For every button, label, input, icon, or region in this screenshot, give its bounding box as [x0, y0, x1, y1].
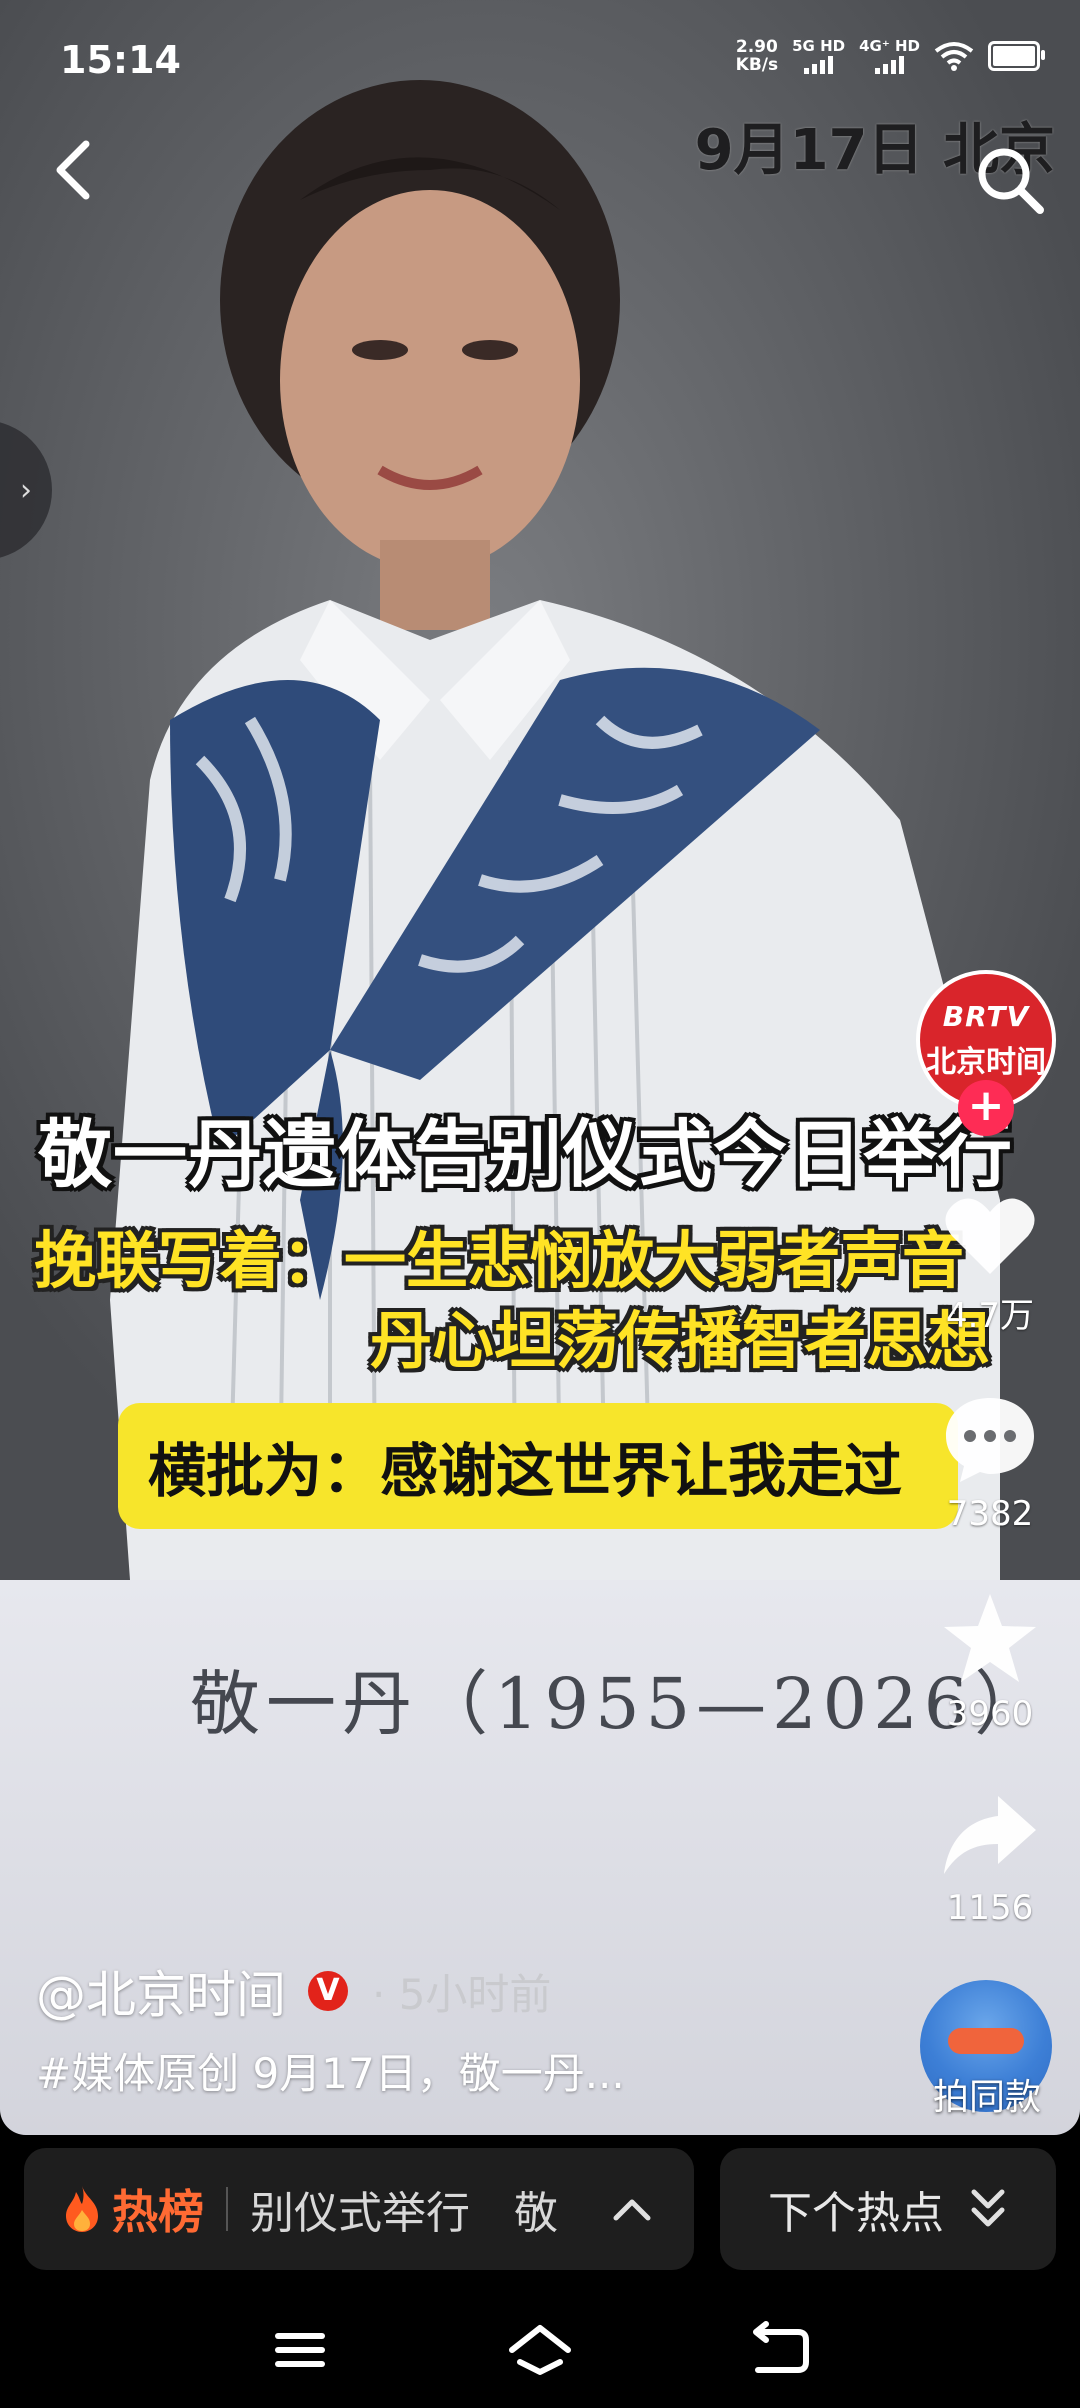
signal-sim1-icon: 5G HD — [792, 38, 845, 74]
flame-icon — [66, 2186, 98, 2232]
battery-icon — [988, 41, 1045, 71]
next-hot-button[interactable]: 下个热点 — [720, 2148, 1056, 2270]
search-icon[interactable] — [970, 140, 1050, 220]
net-speed: 2.90 KB/s — [735, 37, 779, 75]
post-time: · 5小时前 — [372, 1969, 552, 2019]
back-icon[interactable] — [740, 2320, 820, 2380]
author-name[interactable]: @北京时间 — [36, 1955, 286, 2027]
hot-list-label: 热榜 — [62, 2176, 204, 2242]
avatar-channel: 北京时间 — [926, 1044, 1046, 1080]
caption-line-1: 挽联写着：一生悲悯放大弱者声音 — [34, 1224, 965, 1297]
double-chevron-down-icon — [971, 2189, 1005, 2227]
share-count: 1156 — [946, 1888, 1034, 1928]
verified-badge-icon: V — [308, 1971, 348, 2011]
comment-button[interactable]: 7382 — [925, 1390, 1055, 1534]
back-arrow-icon[interactable] — [40, 130, 110, 210]
avatar-brand: BRTV — [942, 999, 1030, 1033]
hot-topic-text: 别仪式举行 敬 — [250, 2188, 558, 2239]
chevron-right-icon: › — [20, 472, 32, 508]
chevron-up-icon[interactable] — [610, 2194, 654, 2224]
status-icons: 2.90 KB/s 5G HD 4G⁺ HD — [735, 37, 1045, 75]
caption-line-2: 丹心坦荡传播智者思想 — [370, 1304, 991, 1377]
favorite-count: 3960 — [946, 1694, 1034, 1734]
video-player[interactable]: 敬一丹（1955—2026） 15:14 2.90 KB/s 5G HD 4G⁺… — [0, 0, 1080, 2135]
caption-title: 敬一丹遗体告别仪式今日举行 — [38, 1112, 1013, 1198]
music-disc-icon — [948, 2028, 1024, 2054]
video-description[interactable]: #媒体原创 9月17日，敬一丹... — [36, 2040, 625, 2101]
share-button[interactable]: 1156 — [925, 1790, 1055, 1928]
comment-count: 7382 — [946, 1494, 1034, 1534]
signal-sim2-icon: 4G⁺ HD — [859, 38, 920, 74]
status-time: 15:14 — [60, 38, 181, 82]
favorite-button[interactable]: 3960 — [925, 1590, 1055, 1734]
divider — [226, 2187, 228, 2231]
system-nav-bar — [0, 2290, 1080, 2408]
comment-icon — [946, 1398, 1034, 1482]
menu-icon[interactable] — [260, 2320, 340, 2380]
wifi-icon — [934, 42, 974, 71]
next-hot-label: 下个热点 — [768, 2188, 944, 2239]
like-button[interactable]: 4.7万 — [925, 1190, 1055, 1337]
heart-icon — [945, 1198, 1035, 1274]
name-board-text: 敬一丹（1955—2026） — [190, 1663, 1051, 1745]
caption-box: 横批为：感谢这世界让我走过 — [118, 1403, 958, 1529]
follow-button[interactable]: + — [958, 1080, 1014, 1136]
share-icon — [944, 1796, 1036, 1874]
like-count: 4.7万 — [945, 1296, 1035, 1336]
author-row: @北京时间 V · 5小时前 — [36, 1955, 551, 2027]
hot-list-bar[interactable]: 热榜 别仪式举行 敬 — [24, 2148, 694, 2270]
star-icon — [944, 1594, 1036, 1682]
make-same-label[interactable]: 拍同款 — [905, 2068, 1069, 2120]
home-icon[interactable] — [500, 2320, 580, 2380]
